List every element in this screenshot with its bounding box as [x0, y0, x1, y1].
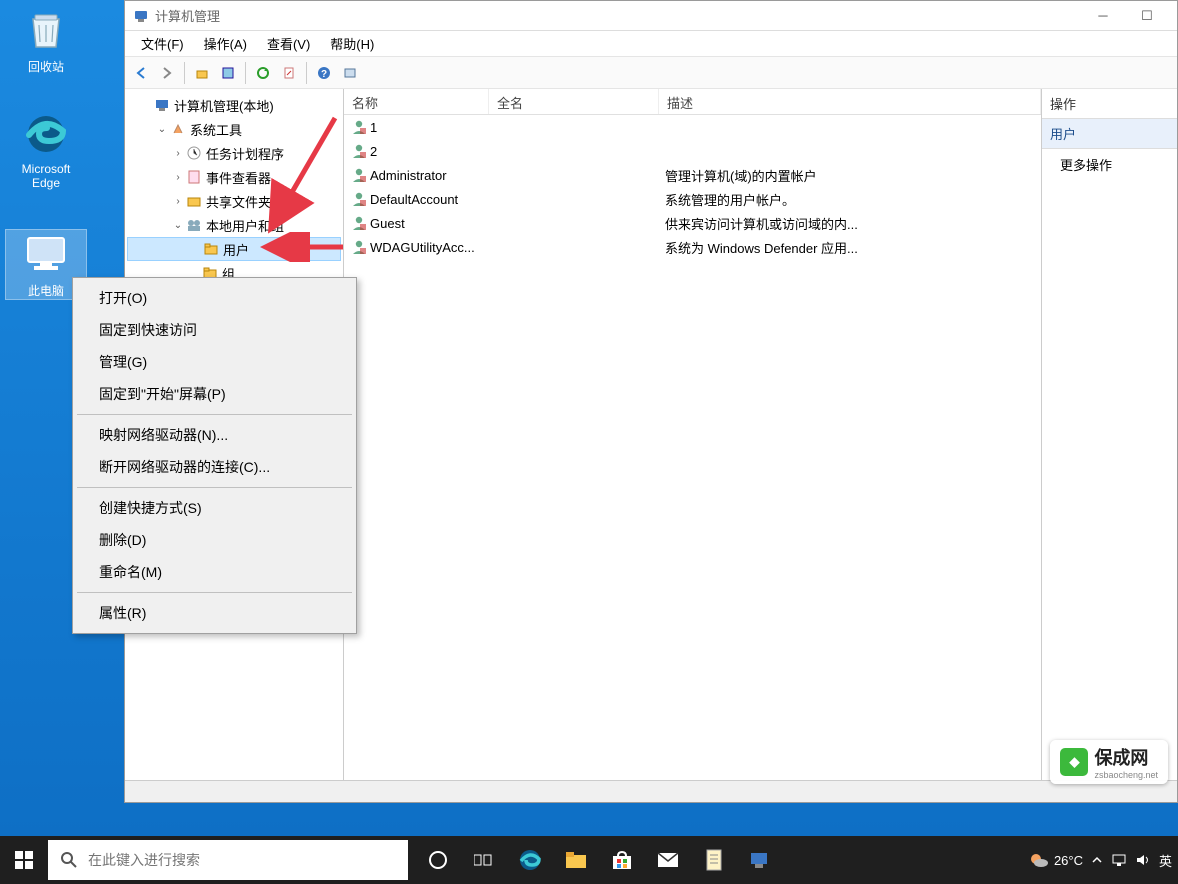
user-icon	[350, 190, 368, 208]
export-button[interactable]	[277, 61, 301, 85]
watermark-logo-icon: ◆	[1060, 748, 1088, 776]
window-title: 计算机管理	[155, 6, 220, 25]
menu-help[interactable]: 帮助(H)	[320, 31, 384, 56]
watermark-title: 保成网	[1094, 744, 1158, 770]
taskbar-mail[interactable]	[648, 836, 688, 884]
tray-network-icon[interactable]	[1111, 853, 1127, 867]
tree-users[interactable]: 用户	[127, 237, 341, 261]
action-section[interactable]: 用户	[1042, 119, 1177, 149]
menubar: 文件(F) 操作(A) 查看(V) 帮助(H)	[125, 31, 1177, 57]
edge-icon	[22, 110, 70, 158]
tree-system-tools[interactable]: ⌄系统工具	[127, 117, 341, 141]
pc-icon	[22, 230, 70, 278]
ctx-pin-start[interactable]: 固定到"开始"屏幕(P)	[75, 378, 354, 410]
user-row[interactable]: Administrator 管理计算机(域)的内置帐户	[344, 163, 1041, 187]
start-button[interactable]	[0, 836, 48, 884]
minimize-button[interactable]: ─	[1081, 1, 1125, 31]
tray-ime[interactable]: 英	[1159, 851, 1172, 870]
col-desc[interactable]: 描述	[659, 89, 1041, 114]
titlebar[interactable]: 计算机管理 ─ ☐	[125, 1, 1177, 31]
recycle-bin-label: 回收站	[6, 58, 86, 75]
ctx-open[interactable]: 打开(O)	[75, 282, 354, 314]
list-pane: 名称 全名 描述 1 2 Administrator 管理计算机(域)的内置帐户…	[344, 89, 1042, 780]
action-pane: 操作 用户 更多操作	[1042, 89, 1177, 780]
help-button[interactable]: ?	[312, 61, 336, 85]
user-row[interactable]: 1	[344, 115, 1041, 139]
task-view-button[interactable]	[464, 836, 504, 884]
ctx-manage[interactable]: 管理(G)	[75, 346, 354, 378]
desktop-edge[interactable]: Microsoft Edge	[6, 110, 86, 190]
tree-root[interactable]: 计算机管理(本地)	[127, 93, 341, 117]
up-button[interactable]	[190, 61, 214, 85]
taskbar-store[interactable]	[602, 836, 642, 884]
user-icon	[350, 214, 368, 232]
user-row[interactable]: 2	[344, 139, 1041, 163]
context-menu: 打开(O) 固定到快速访问 管理(G) 固定到"开始"屏幕(P) 映射网络驱动器…	[72, 277, 357, 634]
tray-chevron[interactable]	[1091, 854, 1103, 866]
ctx-pin-quick[interactable]: 固定到快速访问	[75, 314, 354, 346]
refresh-button[interactable]	[251, 61, 275, 85]
user-row[interactable]: DefaultAccount 系统管理的用户帐户。	[344, 187, 1041, 211]
desktop-recycle-bin[interactable]: 回收站	[6, 6, 86, 75]
toolbar: ?	[125, 57, 1177, 89]
search-input[interactable]	[88, 852, 396, 868]
svg-text:?: ?	[321, 69, 327, 80]
col-fullname[interactable]: 全名	[489, 89, 659, 114]
user-icon	[350, 142, 368, 160]
tree-local-users[interactable]: ⌄本地用户和组	[127, 213, 341, 237]
weather-widget[interactable]: 26°C	[1028, 851, 1083, 869]
user-row[interactable]: WDAGUtilityAcc... 系统为 Windows Defender 应…	[344, 235, 1041, 259]
tray-volume-icon[interactable]	[1135, 853, 1151, 867]
user-row[interactable]: Guest 供来宾访问计算机或访问域的内...	[344, 211, 1041, 235]
action-more[interactable]: 更多操作	[1042, 149, 1177, 180]
search-icon	[60, 851, 78, 869]
user-icon	[350, 118, 368, 136]
tree-task-scheduler[interactable]: ›任务计划程序	[127, 141, 341, 165]
cortana-button[interactable]	[418, 836, 458, 884]
col-name[interactable]: 名称	[344, 89, 489, 114]
action-title: 操作	[1042, 89, 1177, 119]
tree-shared-folders[interactable]: ›共享文件夹	[127, 189, 341, 213]
ctx-disconnect[interactable]: 断开网络驱动器的连接(C)...	[75, 451, 354, 483]
view-button[interactable]	[338, 61, 362, 85]
recycle-bin-icon	[22, 6, 70, 54]
ctx-delete[interactable]: 删除(D)	[75, 524, 354, 556]
menu-action[interactable]: 操作(A)	[194, 31, 257, 56]
list-header: 名称 全名 描述	[344, 89, 1041, 115]
edge-label: Microsoft Edge	[6, 162, 86, 190]
watermark-sub: zsbaocheng.net	[1094, 770, 1158, 780]
taskbar-edge[interactable]	[510, 836, 550, 884]
app-icon	[133, 8, 149, 24]
statusbar	[125, 780, 1177, 802]
taskbar-notepad[interactable]	[694, 836, 734, 884]
weather-icon	[1028, 851, 1050, 869]
ctx-properties[interactable]: 属性(R)	[75, 597, 354, 629]
ctx-shortcut[interactable]: 创建快捷方式(S)	[75, 492, 354, 524]
watermark: ◆ 保成网 zsbaocheng.net	[1050, 740, 1168, 784]
search-box[interactable]	[48, 840, 408, 880]
tree-event-viewer[interactable]: ›事件查看器	[127, 165, 341, 189]
back-button[interactable]	[129, 61, 153, 85]
ctx-rename[interactable]: 重命名(M)	[75, 556, 354, 588]
maximize-button[interactable]: ☐	[1125, 1, 1169, 31]
taskbar: 26°C 英	[0, 836, 1178, 884]
properties-button[interactable]	[216, 61, 240, 85]
forward-button[interactable]	[155, 61, 179, 85]
taskbar-mmc[interactable]	[740, 836, 780, 884]
taskbar-explorer[interactable]	[556, 836, 596, 884]
user-icon	[350, 238, 368, 256]
menu-file[interactable]: 文件(F)	[131, 31, 194, 56]
ctx-map-drive[interactable]: 映射网络驱动器(N)...	[75, 419, 354, 451]
user-icon	[350, 166, 368, 184]
menu-view[interactable]: 查看(V)	[257, 31, 320, 56]
